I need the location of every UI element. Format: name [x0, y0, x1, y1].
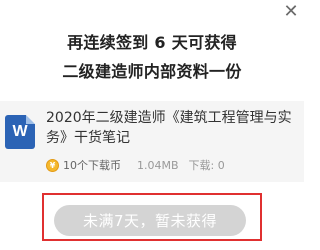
headline-line-1: 再连续签到 6 天可获得 [67, 33, 237, 52]
file-size: 1.04MB [137, 158, 179, 172]
claim-button[interactable]: 未满7天，暂未获得 [54, 205, 246, 236]
doc-icon-letter: W [12, 123, 28, 140]
close-icon[interactable]: ✕ [282, 3, 300, 21]
document-card[interactable]: W 2020年二级建造师《建筑工程管理与实务》干货笔记 ¥ 10个下载币 1.0… [0, 101, 304, 182]
word-doc-icon: W [5, 115, 35, 149]
coin-icon: ¥ [46, 158, 59, 172]
document-meta: ¥ 10个下载币 1.04MB 下载: 0 [46, 157, 304, 173]
download-count: 下载: 0 [188, 159, 225, 172]
headline-line-2: 二级建造师内部资料一份 [62, 62, 242, 81]
coins-label: 10个下载币 [63, 159, 121, 172]
document-title: 2020年二级建造师《建筑工程管理与实务》干货笔记 [46, 110, 292, 146]
